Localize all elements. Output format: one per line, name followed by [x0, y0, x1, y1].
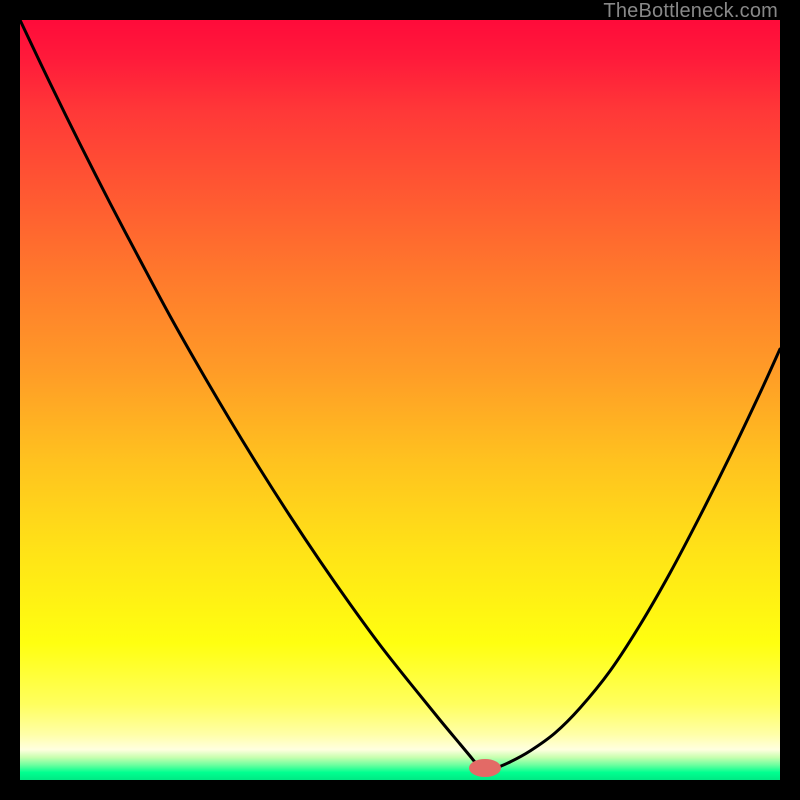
bottleneck-curve-svg: [20, 20, 780, 780]
chart-frame: TheBottleneck.com: [0, 0, 800, 800]
plot-area: [20, 20, 780, 780]
optimum-marker: [469, 759, 501, 777]
watermark-text: TheBottleneck.com: [603, 0, 778, 23]
bottleneck-curve: [20, 20, 780, 769]
